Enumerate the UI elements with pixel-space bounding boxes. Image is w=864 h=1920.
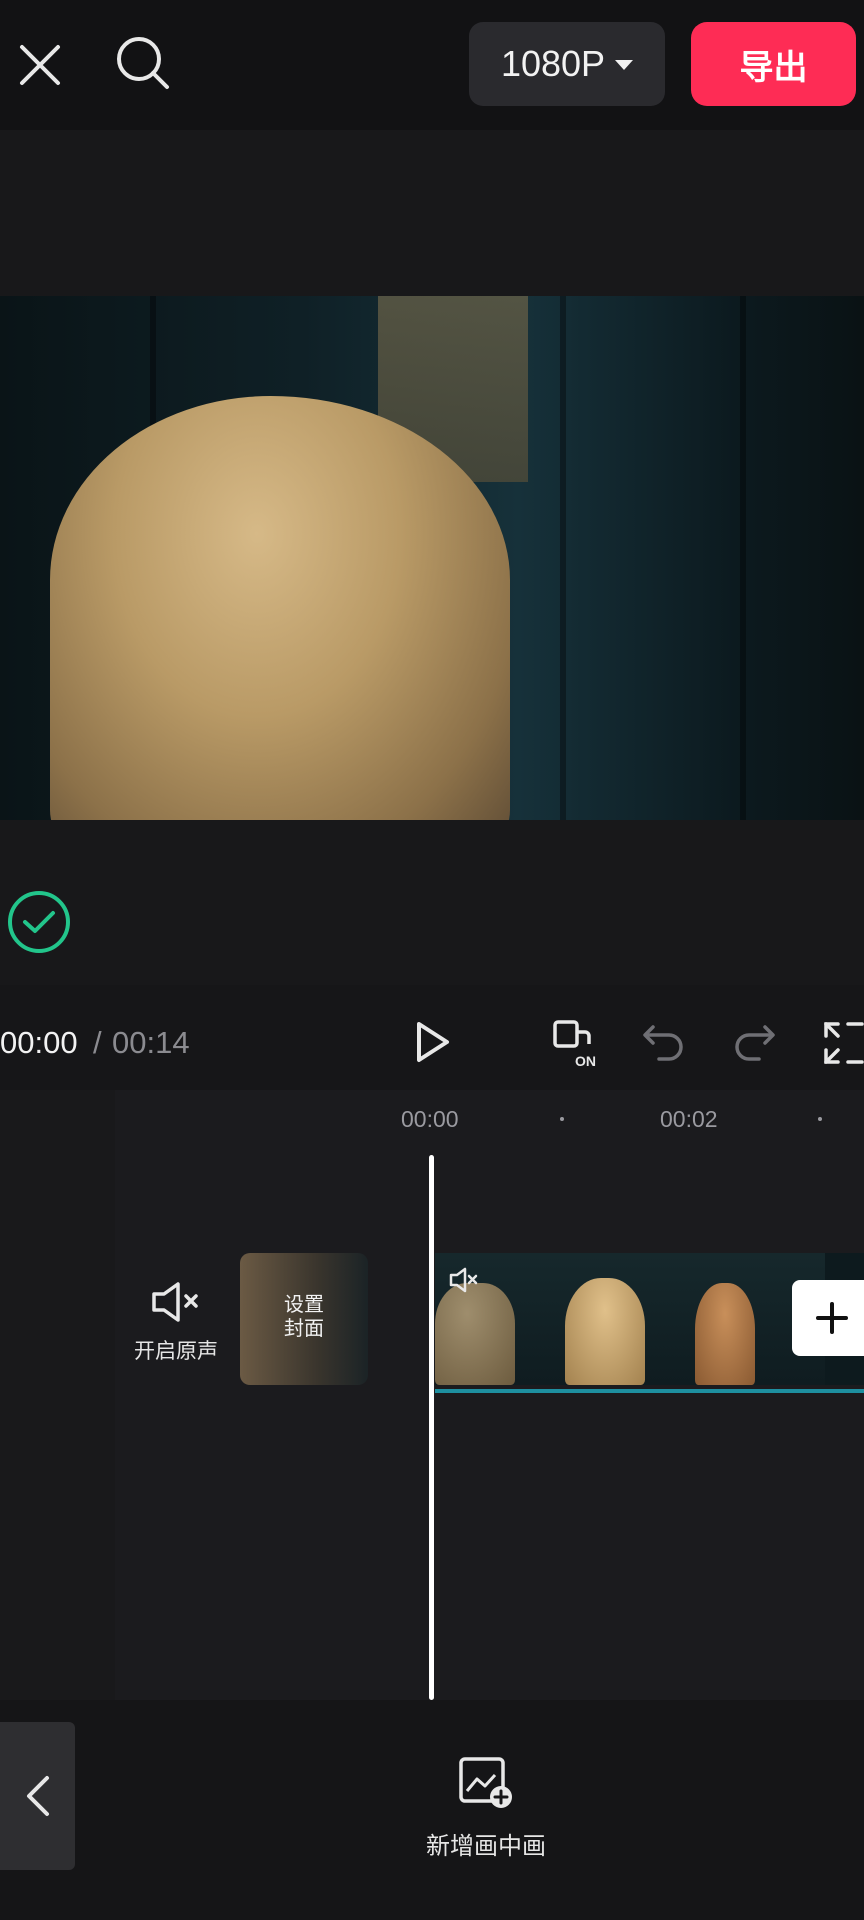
redo-icon[interactable] (728, 1015, 780, 1067)
back-button[interactable] (0, 1722, 75, 1870)
search-icon[interactable] (112, 28, 174, 98)
enable-original-sound-label: 开启原声 (134, 1340, 218, 1363)
close-icon[interactable] (10, 30, 70, 100)
auto-badge: ON (575, 1053, 596, 1069)
undo-icon[interactable] (638, 1015, 690, 1067)
timeline-left-pane (0, 1090, 115, 1700)
chevron-down-icon (615, 60, 634, 70)
enable-original-sound-button[interactable]: 开启原声 (128, 1280, 224, 1365)
add-clip-button[interactable] (792, 1280, 864, 1356)
resolution-label: 1080P (500, 43, 606, 84)
clip-thumbnail (565, 1253, 695, 1385)
export-button[interactable]: 导出 (691, 22, 856, 106)
cover-label-line2: 封面 (284, 1318, 324, 1340)
add-pip-label: 新增画中画 (426, 1833, 546, 1860)
mute-icon (152, 1282, 198, 1322)
time-separator: / (93, 1025, 102, 1060)
check-icon[interactable] (8, 891, 70, 953)
plus-icon (816, 1302, 848, 1334)
fullscreen-icon[interactable] (822, 1015, 864, 1071)
add-pip-button[interactable]: 新增画中画 (402, 1755, 570, 1861)
ruler-label: 00:00 (401, 1106, 459, 1132)
cover-label-line1: 设置 (284, 1294, 324, 1316)
set-cover-button[interactable]: 设置 封面 (240, 1253, 368, 1385)
add-pip-icon (459, 1757, 512, 1808)
ruler-label: 00:02 (660, 1106, 718, 1132)
ruler-dot (560, 1117, 564, 1121)
resolution-dropdown[interactable]: 1080P (469, 22, 665, 106)
current-time: 00:00 (0, 1025, 78, 1060)
total-time: 00:14 (112, 1025, 190, 1060)
clip-audio-line (435, 1389, 864, 1393)
ruler-dot (818, 1117, 822, 1121)
person-hair (50, 396, 510, 820)
play-icon[interactable] (408, 1012, 458, 1072)
auto-snap-icon[interactable]: ON (548, 1015, 604, 1071)
video-preview[interactable] (0, 296, 864, 820)
playhead[interactable] (429, 1155, 434, 1700)
chevron-left-icon (26, 1776, 49, 1816)
clip-mute-icon (449, 1267, 478, 1293)
